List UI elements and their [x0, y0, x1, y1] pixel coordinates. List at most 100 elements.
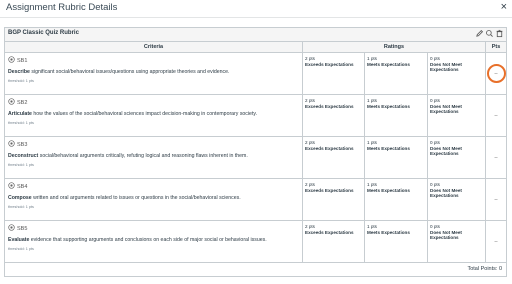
total-row: Total Points: 0: [5, 263, 506, 276]
rating-cell[interactable]: 0 pts Does Not Meet Expectations: [428, 95, 486, 136]
outcome-icon: [8, 56, 15, 65]
points-value: --: [494, 112, 498, 119]
rating-cell[interactable]: 0 pts Does Not Meet Expectations: [428, 53, 486, 94]
criterion-row: SB1 Describe significant social/behavior…: [5, 53, 506, 95]
rating-cell[interactable]: 1 pts Meets Expectations: [365, 95, 428, 136]
outcome-icon: [8, 182, 15, 191]
column-header-ratings: Ratings: [303, 42, 486, 52]
rating-description: Meets Expectations: [367, 187, 410, 193]
criterion-verb: Describe: [8, 69, 30, 75]
criterion-threshold: threshold: 1 pts: [8, 78, 34, 83]
criterion-text: how the values of the social/behavioral …: [31, 111, 258, 117]
rating-cell[interactable]: 1 pts Meets Expectations: [365, 221, 428, 262]
search-icon[interactable]: [485, 29, 494, 38]
criterion-threshold: threshold: 1 pts: [8, 120, 34, 125]
points-value: --: [494, 238, 498, 245]
criterion-cell: SB1 Describe significant social/behavior…: [5, 53, 303, 94]
criterion-cell: SB2 Articulate how the values of the soc…: [5, 95, 303, 136]
criterion-text: social/behavioral arguments critically, …: [38, 153, 248, 159]
criterion-text: written and oral arguments related to is…: [31, 195, 241, 201]
modal-title: Assignment Rubric Details: [6, 2, 118, 13]
rating-description: Exceeds Expectations: [305, 229, 354, 235]
rating-description: Meets Expectations: [367, 103, 410, 109]
rating-cell[interactable]: 0 pts Does Not Meet Expectations: [428, 137, 486, 178]
criterion-threshold: threshold: 1 pts: [8, 204, 34, 209]
criterion-id: SB1: [8, 56, 299, 65]
criterion-description: Describe significant social/behavioral i…: [8, 69, 299, 76]
rating-cell[interactable]: 0 pts Does Not Meet Expectations: [428, 221, 486, 262]
points-cell[interactable]: --: [486, 53, 506, 94]
outcome-icon: [8, 98, 15, 107]
criterion-id: SB3: [8, 140, 299, 149]
rating-description: Does Not Meet Expectations: [430, 103, 462, 115]
rating-cell[interactable]: 2 pts Exceeds Expectations: [303, 95, 365, 136]
criterion-text: evidence that supporting arguments and c…: [29, 237, 267, 243]
rating-description: Meets Expectations: [367, 61, 410, 67]
criterion-verb: Articulate: [8, 111, 32, 117]
column-header-pts: Pts: [491, 44, 501, 50]
rating-description: Does Not Meet Expectations: [430, 61, 462, 73]
trash-icon[interactable]: [495, 29, 504, 38]
criterion-cell: SB5 Evaluate evidence that supporting ar…: [5, 221, 303, 262]
criterion-id: SB4: [8, 182, 299, 191]
criterion-threshold: threshold: 1 pts: [8, 246, 34, 251]
criterion-id: SB5: [8, 224, 299, 233]
points-cell[interactable]: --: [486, 179, 506, 220]
rating-description: Does Not Meet Expectations: [430, 145, 462, 157]
criterion-row: SB4 Compose written and oral arguments r…: [5, 179, 506, 221]
rating-description: Meets Expectations: [367, 145, 410, 151]
total-points: Total Points: 0: [467, 266, 502, 272]
rating-cell[interactable]: 0 pts Does Not Meet Expectations: [428, 179, 486, 220]
criterion-description: Evaluate evidence that supporting argume…: [8, 237, 299, 244]
highlight-circle: [486, 64, 506, 83]
criterion-id-label: SB4: [17, 183, 28, 190]
criterion-id-label: SB2: [17, 99, 28, 106]
criterion-verb: Compose: [8, 195, 32, 201]
points-cell[interactable]: --: [486, 221, 506, 262]
criterion-cell: SB3 Deconstruct social/behavioral argume…: [5, 137, 303, 178]
outcome-icon: [8, 224, 15, 233]
rubric-title-row: BGP Classic Quiz Rubric: [5, 28, 506, 42]
criterion-description: Articulate how the values of the social/…: [8, 111, 299, 118]
close-button[interactable]: ×: [501, 1, 507, 13]
rating-cell[interactable]: 1 pts Meets Expectations: [365, 179, 428, 220]
rating-cell[interactable]: 2 pts Exceeds Expectations: [303, 179, 365, 220]
rubric-tools: [475, 29, 504, 38]
rating-description: Exceeds Expectations: [305, 145, 354, 151]
criterion-row: SB2 Articulate how the values of the soc…: [5, 95, 506, 137]
rating-description: Meets Expectations: [367, 229, 410, 235]
criterion-id: SB2: [8, 98, 299, 107]
pencil-icon[interactable]: [475, 29, 484, 38]
modal-header: Assignment Rubric Details ×: [0, 0, 512, 18]
points-value: --: [494, 196, 498, 203]
rating-cell[interactable]: 2 pts Exceeds Expectations: [303, 53, 365, 94]
criterion-id-label: SB3: [17, 141, 28, 148]
outcome-icon: [8, 140, 15, 149]
rating-description: Does Not Meet Expectations: [430, 187, 462, 199]
criterion-row: SB5 Evaluate evidence that supporting ar…: [5, 221, 506, 263]
criterion-cell: SB4 Compose written and oral arguments r…: [5, 179, 303, 220]
rubric-table: BGP Classic Quiz Rubric Criteria Ratings…: [4, 27, 507, 277]
rating-cell[interactable]: 2 pts Exceeds Expectations: [303, 221, 365, 262]
rating-cell[interactable]: 1 pts Meets Expectations: [365, 137, 428, 178]
rating-cell[interactable]: 2 pts Exceeds Expectations: [303, 137, 365, 178]
criterion-id-label: SB1: [17, 57, 28, 64]
column-header-row: Criteria Ratings Pts: [5, 42, 506, 53]
criterion-description: Compose written and oral arguments relat…: [8, 195, 299, 202]
criterion-threshold: threshold: 1 pts: [8, 162, 34, 167]
points-cell[interactable]: --: [486, 137, 506, 178]
rating-description: Exceeds Expectations: [305, 61, 354, 67]
rating-description: Exceeds Expectations: [305, 103, 354, 109]
criterion-text: significant social/behavioral issues/que…: [29, 69, 230, 75]
criterion-row: SB3 Deconstruct social/behavioral argume…: [5, 137, 506, 179]
criterion-id-label: SB5: [17, 225, 28, 232]
rubric-title: BGP Classic Quiz Rubric: [8, 30, 79, 36]
column-header-criteria: Criteria: [5, 42, 303, 52]
rating-description: Exceeds Expectations: [305, 187, 354, 193]
rating-cell[interactable]: 1 pts Meets Expectations: [365, 53, 428, 94]
criterion-verb: Deconstruct: [8, 153, 39, 159]
criterion-verb: Evaluate: [8, 237, 30, 243]
rating-description: Does Not Meet Expectations: [430, 229, 462, 241]
criterion-description: Deconstruct social/behavioral arguments …: [8, 153, 299, 160]
points-cell[interactable]: --: [486, 95, 506, 136]
